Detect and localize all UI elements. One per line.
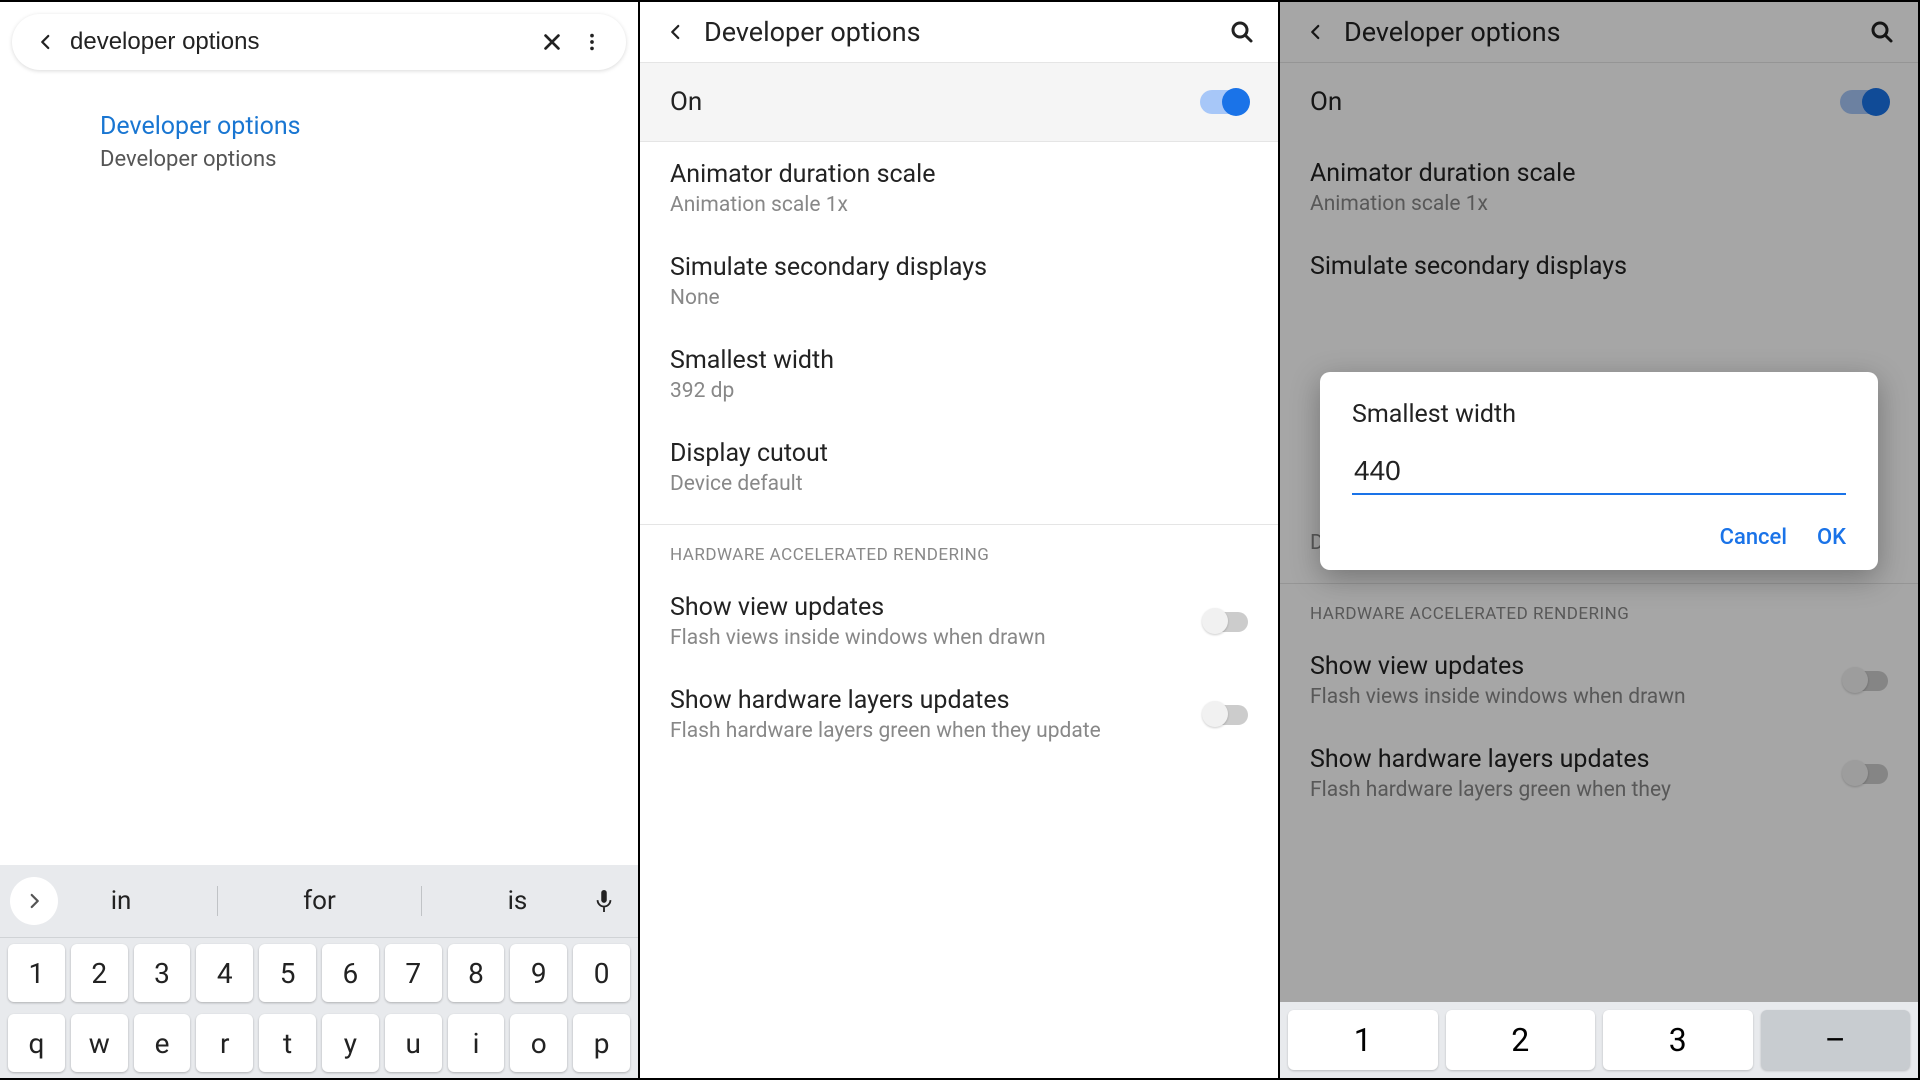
key[interactable]: p: [573, 1014, 630, 1072]
key[interactable]: i: [448, 1014, 505, 1072]
setting-title: Animator duration scale: [670, 160, 1248, 189]
cancel-button[interactable]: Cancel: [1720, 525, 1787, 550]
search-bar: [12, 14, 626, 70]
back-icon[interactable]: [660, 16, 692, 48]
key[interactable]: 5: [259, 944, 316, 1002]
suggestion-word[interactable]: in: [91, 886, 152, 916]
setting-display-cutout[interactable]: Display cutout Device default: [640, 421, 1278, 514]
setting-sub: 392 dp: [670, 379, 1248, 403]
toggle-label: On: [670, 87, 702, 117]
key[interactable]: 3: [134, 944, 191, 1002]
keyboard: in for is 1 2 3 4 5 6 7 8 9 0 q w e: [0, 865, 638, 1078]
mic-icon[interactable]: [580, 877, 628, 925]
setting-sub: None: [670, 286, 1248, 310]
key-minus[interactable]: –: [1761, 1010, 1911, 1070]
panel-dialog: Developer options On Animator duration s…: [1280, 0, 1920, 1080]
setting-simulate-displays[interactable]: Simulate secondary displays None: [640, 235, 1278, 328]
clear-icon[interactable]: [536, 26, 568, 58]
page-title: Developer options: [692, 16, 1226, 48]
key[interactable]: 7: [385, 944, 442, 1002]
header: Developer options: [640, 2, 1278, 63]
setting-title: Display cutout: [670, 439, 1248, 468]
toggle-on[interactable]: [1200, 90, 1248, 114]
key[interactable]: q: [8, 1014, 65, 1072]
suggestion-row: in for is: [0, 865, 638, 938]
keyboard-row-2: q w e r t y u i o p: [0, 1008, 638, 1078]
key[interactable]: 8: [448, 944, 505, 1002]
key[interactable]: r: [196, 1014, 253, 1072]
key[interactable]: 2: [71, 944, 128, 1002]
key[interactable]: u: [385, 1014, 442, 1072]
setting-title: Show view updates: [670, 593, 1184, 622]
setting-title: Simulate secondary displays: [670, 253, 1248, 282]
key[interactable]: 1: [1288, 1010, 1438, 1070]
key[interactable]: w: [71, 1014, 128, 1072]
key[interactable]: 6: [322, 944, 379, 1002]
key[interactable]: 1: [8, 944, 65, 1002]
search-result-title: Developer options: [100, 112, 638, 141]
key[interactable]: 2: [1446, 1010, 1596, 1070]
setting-sub: Flash views inside windows when drawn: [670, 626, 1184, 650]
key[interactable]: t: [259, 1014, 316, 1072]
panel-devoptions: Developer options On Animator duration s…: [640, 0, 1280, 1080]
key[interactable]: y: [322, 1014, 379, 1072]
setting-sub: Flash hardware layers green when they up…: [670, 719, 1184, 743]
key[interactable]: 9: [510, 944, 567, 1002]
toggle-off[interactable]: [1204, 705, 1248, 725]
dialog-smallest-width: Smallest width Cancel OK: [1320, 372, 1878, 570]
key[interactable]: 3: [1603, 1010, 1753, 1070]
more-icon[interactable]: [576, 26, 608, 58]
keyboard-row-1: 1 2 3 4 5 6 7 8 9 0: [0, 938, 638, 1008]
search-icon[interactable]: [1226, 16, 1258, 48]
key[interactable]: 4: [196, 944, 253, 1002]
ok-button[interactable]: OK: [1817, 525, 1846, 550]
suggestion-word[interactable]: for: [283, 886, 356, 916]
setting-title: Smallest width: [670, 346, 1248, 375]
panel-search: Developer options Developer options in f…: [0, 0, 640, 1080]
search-result-sub: Developer options: [100, 147, 638, 172]
dialog-input[interactable]: [1352, 449, 1846, 495]
setting-animator[interactable]: Animator duration scale Animation scale …: [640, 142, 1278, 235]
toggle-off[interactable]: [1204, 612, 1248, 632]
key[interactable]: e: [134, 1014, 191, 1072]
master-toggle-row[interactable]: On: [640, 63, 1278, 142]
section-header: HARDWARE ACCELERATED RENDERING: [640, 524, 1278, 575]
search-input[interactable]: [62, 28, 536, 56]
key[interactable]: 0: [573, 944, 630, 1002]
setting-smallest-width[interactable]: Smallest width 392 dp: [640, 328, 1278, 421]
setting-show-hw-layers[interactable]: Show hardware layers updates Flash hardw…: [640, 668, 1278, 761]
expand-icon[interactable]: [10, 877, 58, 925]
setting-show-view-updates[interactable]: Show view updates Flash views inside win…: [640, 575, 1278, 668]
numeric-keyboard: 1 2 3 –: [1280, 1002, 1918, 1078]
back-icon[interactable]: [30, 26, 62, 58]
key[interactable]: o: [510, 1014, 567, 1072]
suggestion-word[interactable]: is: [488, 886, 548, 916]
setting-title: Show hardware layers updates: [670, 686, 1184, 715]
dialog-title: Smallest width: [1352, 400, 1846, 429]
setting-sub: Device default: [670, 472, 1248, 496]
setting-sub: Animation scale 1x: [670, 193, 1248, 217]
search-result[interactable]: Developer options Developer options: [0, 82, 638, 172]
